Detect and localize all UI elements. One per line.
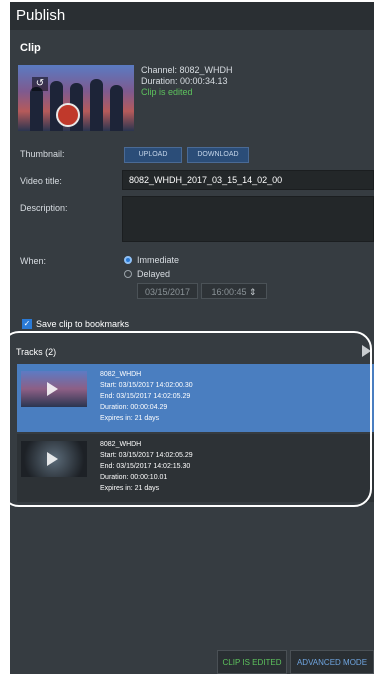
delayed-radio[interactable] <box>124 270 132 278</box>
clip-status: Clip is edited <box>141 87 193 97</box>
track-info: 8082_WHDH Start: 03/15/2017 14:02:05.29 … <box>100 439 193 494</box>
date-input[interactable]: 03/15/2017 <box>137 283 198 299</box>
track-expires: Expires in: 21 days <box>100 485 160 492</box>
track-duration: Duration: 00:00:10.01 <box>100 474 168 481</box>
when-label: When: <box>20 256 47 266</box>
clip-edited-button[interactable]: CLIP IS EDITED <box>217 650 287 674</box>
play-icon[interactable] <box>47 382 58 396</box>
track-thumbnail <box>21 371 87 407</box>
track-end: End: 03/15/2017 14:02:15.30 <box>100 463 191 470</box>
immediate-label: Immediate <box>137 255 180 265</box>
clip-section-title: Clip <box>20 42 41 54</box>
track-name: 8082_WHDH <box>100 371 142 378</box>
track-row[interactable]: 8082_WHDH Start: 03/15/2017 14:02:00.30 … <box>17 364 374 432</box>
clip-info: Channel: 8082_WHDH Duration: 00:00:34.13… <box>141 65 233 98</box>
figure-shape <box>90 79 103 131</box>
play-icon[interactable] <box>47 452 58 466</box>
track-row[interactable]: 8082_WHDH Start: 03/15/2017 14:02:05.29 … <box>17 434 374 502</box>
bookmark-checkbox[interactable]: ✓ <box>22 319 32 329</box>
thumbnail-label: Thumbnail: <box>20 149 65 159</box>
track-start: Start: 03/15/2017 14:02:05.29 <box>100 452 193 459</box>
track-thumbnail <box>21 441 87 477</box>
clip-thumbnail[interactable]: ↺ <box>18 65 134 131</box>
panel-title: Publish <box>10 2 374 30</box>
reset-icon[interactable]: ↺ <box>32 77 48 91</box>
description-input[interactable] <box>122 196 374 242</box>
delayed-label: Delayed <box>137 269 171 279</box>
track-expires: Expires in: 21 days <box>100 415 160 422</box>
play-all-icon[interactable] <box>362 345 371 357</box>
figure-shape <box>30 87 43 131</box>
clip-duration: Duration: 00:00:34.13 <box>141 76 228 86</box>
advanced-mode-button[interactable]: ADVANCED MODE <box>290 650 374 674</box>
upload-button[interactable]: UPLOAD <box>124 147 182 163</box>
track-name: 8082_WHDH <box>100 441 142 448</box>
track-info: 8082_WHDH Start: 03/15/2017 14:02:00.30 … <box>100 369 193 424</box>
track-duration: Duration: 00:00:04.29 <box>100 404 168 411</box>
download-button[interactable]: DOWNLOAD <box>187 147 249 163</box>
time-stepper-icon[interactable]: ⇕ <box>249 287 257 297</box>
clip-channel: Channel: 8082_WHDH <box>141 65 233 75</box>
track-end: End: 03/15/2017 14:02:05.29 <box>100 393 191 400</box>
video-title-input[interactable]: 8082_WHDH_2017_03_15_14_02_00 <box>122 170 374 190</box>
time-value: 16:00:45 <box>211 287 247 297</box>
video-title-label: Video title: <box>20 176 62 186</box>
time-input[interactable]: 16:00:45 ⇕ <box>201 283 267 299</box>
publish-panel: Publish Clip ↺ Channel: 8082_WHDH Durati… <box>10 2 374 674</box>
channel-logo <box>56 103 80 127</box>
tracks-header: Tracks (2) <box>16 347 57 357</box>
figure-shape <box>110 85 123 131</box>
description-label: Description: <box>20 203 68 213</box>
track-start: Start: 03/15/2017 14:02:00.30 <box>100 382 193 389</box>
bookmark-label: Save clip to bookmarks <box>36 319 130 329</box>
immediate-radio[interactable] <box>124 256 132 264</box>
